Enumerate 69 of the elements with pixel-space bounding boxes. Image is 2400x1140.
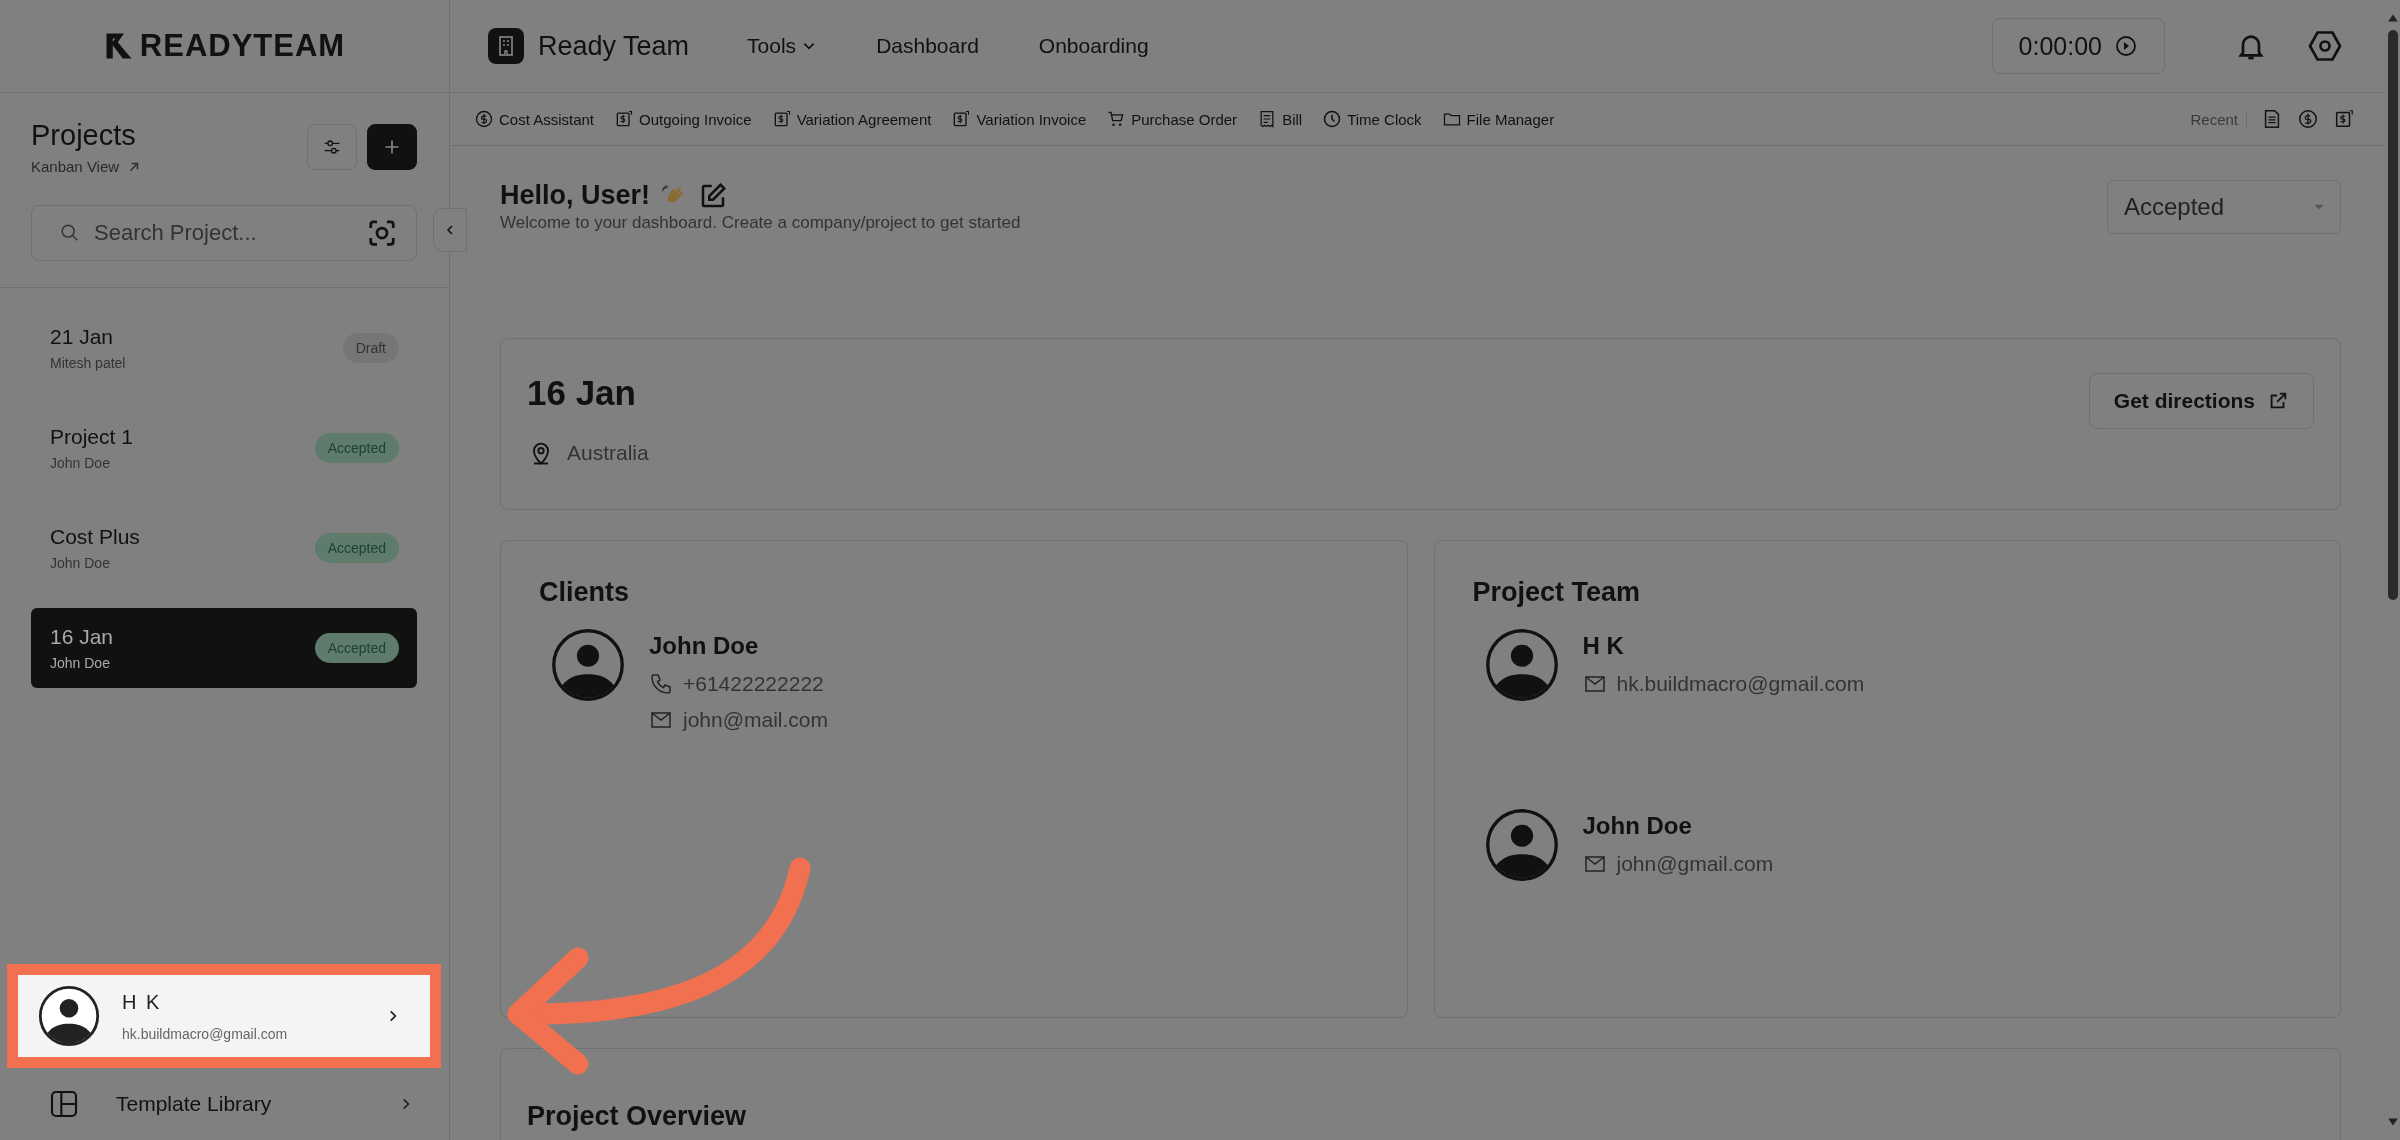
project-item[interactable]: Project 1 John Doe Accepted [31, 408, 417, 488]
phone-icon [649, 672, 673, 696]
status-badge: Accepted [314, 533, 399, 563]
client-phone: +61422222222 [683, 672, 824, 696]
card-title: Project Team [1472, 577, 1642, 608]
user-name: H K [122, 990, 163, 1014]
scan-icon[interactable] [367, 218, 397, 248]
client-email: john@mail.com [683, 708, 829, 732]
project-item[interactable]: Cost Plus John Doe Accepted [31, 508, 417, 588]
project-location: Australia [567, 441, 649, 465]
avatar-icon [1484, 808, 1559, 882]
member-name: H K [1582, 632, 1625, 660]
user-email: hk.buildmacro@gmail.com [122, 1025, 289, 1042]
building-icon [488, 28, 524, 64]
nav-link[interactable]: Dashboard [876, 34, 979, 58]
avatar-icon [38, 985, 100, 1047]
get-directions-button[interactable]: Get directions [2088, 373, 2314, 429]
clock-icon [1322, 109, 1343, 129]
member-email: john@gmail.com [1616, 852, 1774, 876]
project-name: 16 Jan [527, 373, 637, 413]
card-title: Clients [539, 577, 631, 608]
tool-link[interactable]: Time Clock [1322, 109, 1422, 129]
member-name: John Doe [1582, 812, 1693, 840]
project-item[interactable]: 16 Jan John Doe Accepted [31, 608, 417, 688]
user-profile-item[interactable]: H K hk.buildmacro@gmail.com [7, 964, 441, 1068]
filter-button[interactable] [307, 124, 357, 170]
nav-link[interactable]: Onboarding [1038, 34, 1149, 58]
timer-button[interactable]: 0:00:00 [1991, 18, 2165, 74]
tool-link[interactable]: File Manager [1441, 109, 1555, 129]
status-badge: Draft [342, 333, 399, 363]
status-dropdown[interactable]: Accepted [2107, 180, 2341, 234]
invoice-icon [614, 109, 635, 129]
search-field[interactable]: Search Project... [31, 205, 417, 261]
tool-link[interactable]: Variation Agreement [771, 109, 932, 129]
add-button[interactable] [367, 124, 417, 170]
avatar-icon [1484, 628, 1559, 702]
invoice-icon [951, 109, 972, 129]
client-name: John Doe [649, 632, 760, 660]
workspace-name: Ready Team [538, 30, 690, 62]
projects-title: Projects [31, 119, 137, 152]
recent-label: Recent [2190, 110, 2247, 128]
logo-text: READYTEAM [139, 28, 346, 64]
search-icon [59, 222, 81, 244]
project-item[interactable]: 21 Jan Mitesh patel Draft [31, 308, 417, 388]
invoice-icon[interactable] [2333, 108, 2355, 130]
nav-link[interactable]: Tools [747, 34, 817, 58]
avatar-icon [551, 628, 625, 702]
tool-link[interactable]: Outgoing Invoice [614, 109, 752, 129]
status-badge: Accepted [314, 633, 399, 663]
settings-icon[interactable] [2307, 28, 2343, 64]
dollar-icon [474, 109, 494, 129]
tool-link[interactable]: Purchase Order [1106, 109, 1238, 129]
tool-link[interactable]: Variation Invoice [951, 109, 1087, 129]
scrollbar-thumb[interactable] [2387, 30, 2398, 600]
template-library-item[interactable]: Template Library [0, 1068, 449, 1140]
chevron-left-icon [444, 224, 456, 236]
scroll-up-icon[interactable] [2386, 12, 2399, 24]
status-badge: Accepted [314, 433, 399, 463]
dollar-icon[interactable] [2297, 108, 2319, 130]
card-title: Project Overview [527, 1101, 747, 1131]
tool-link[interactable]: Cost Assistant [474, 109, 595, 129]
play-icon [2114, 34, 2138, 58]
layout-icon [48, 1088, 80, 1120]
welcome-text: Welcome to your dashboard. Create a company/project to get started [500, 213, 1021, 233]
kanban-view-link[interactable]: Kanban View [31, 158, 297, 175]
scroll-down-icon[interactable] [2386, 1116, 2399, 1128]
member-email: hk.buildmacro@gmail.com [1616, 672, 1865, 696]
greeting: Hello, User! [500, 180, 651, 211]
tool-link[interactable]: Bill [1257, 109, 1303, 129]
